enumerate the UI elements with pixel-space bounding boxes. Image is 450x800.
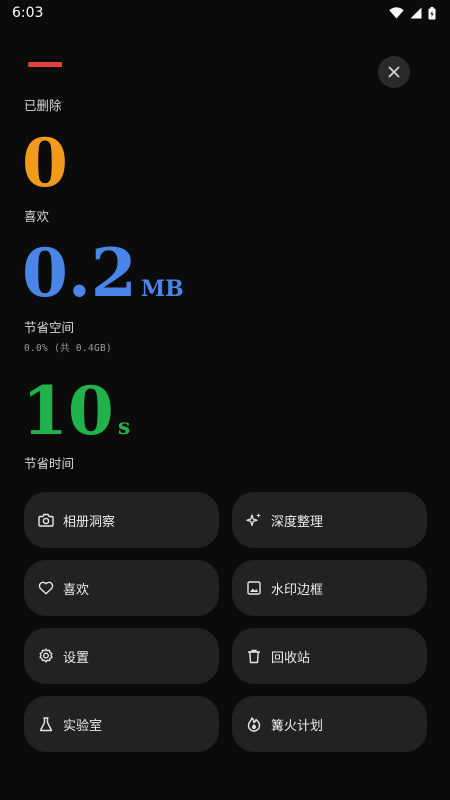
flame-icon: [246, 716, 262, 732]
time-saved-value: 10: [22, 372, 114, 450]
battery-icon: [428, 6, 436, 19]
recycle-bin-button[interactable]: 回收站: [232, 628, 427, 684]
liked-count: 0: [22, 130, 68, 196]
lab-button[interactable]: 实验室: [24, 696, 219, 752]
space-saved-unit: MB: [140, 276, 184, 302]
signal-icon: [410, 7, 422, 19]
deep-clean-button[interactable]: 深度整理: [232, 492, 427, 548]
time-saved-unit: s: [117, 414, 131, 440]
wifi-icon: [389, 7, 404, 19]
album-insights-label: 相册洞察: [63, 514, 116, 530]
space-saved-label: 节省空间: [24, 320, 75, 335]
space-saved-value: 0.2: [22, 234, 137, 312]
image-frame-icon: [246, 580, 262, 596]
status-bar: 6:03: [0, 0, 450, 26]
liked-count-value: 0: [22, 124, 68, 202]
watermark-border-button[interactable]: 水印边框: [232, 560, 427, 616]
gear-icon: [38, 648, 54, 664]
campfire-plan-label: 篝火计划: [271, 718, 324, 734]
camera-icon: [38, 512, 54, 528]
feature-grid: 相册洞察 深度整理 喜欢 水印边框 设置 回收站 实验室 篝火计划: [24, 492, 427, 752]
time-saved: 10 s: [22, 378, 130, 444]
deleted-count-value: 2: [24, 62, 62, 78]
settings-button[interactable]: 设置: [24, 628, 219, 684]
favorites-button[interactable]: 喜欢: [24, 560, 219, 616]
settings-label: 设置: [63, 650, 90, 666]
status-icons: [389, 6, 436, 20]
deleted-label: 已删除: [24, 98, 62, 113]
space-saved-detail: 0.0% (共 0.4GB): [24, 343, 113, 354]
time-saved-label: 节省时间: [24, 456, 75, 471]
status-time: 6:03: [12, 5, 44, 21]
close-icon: [388, 66, 400, 78]
trash-icon: [246, 648, 262, 664]
lab-label: 实验室: [63, 718, 103, 734]
space-saved: 0.2 MB: [22, 240, 184, 306]
recycle-bin-label: 回收站: [271, 650, 311, 666]
liked-label: 喜欢: [24, 209, 50, 224]
watermark-border-label: 水印边框: [271, 582, 324, 598]
heart-icon: [38, 580, 54, 596]
deep-clean-label: 深度整理: [271, 514, 324, 530]
flask-icon: [38, 716, 54, 732]
album-insights-button[interactable]: 相册洞察: [24, 492, 219, 548]
close-button[interactable]: [378, 56, 410, 88]
sparkle-icon: [246, 512, 262, 528]
deleted-count: 2: [24, 62, 62, 78]
favorites-label: 喜欢: [63, 582, 90, 598]
campfire-plan-button[interactable]: 篝火计划: [232, 696, 427, 752]
